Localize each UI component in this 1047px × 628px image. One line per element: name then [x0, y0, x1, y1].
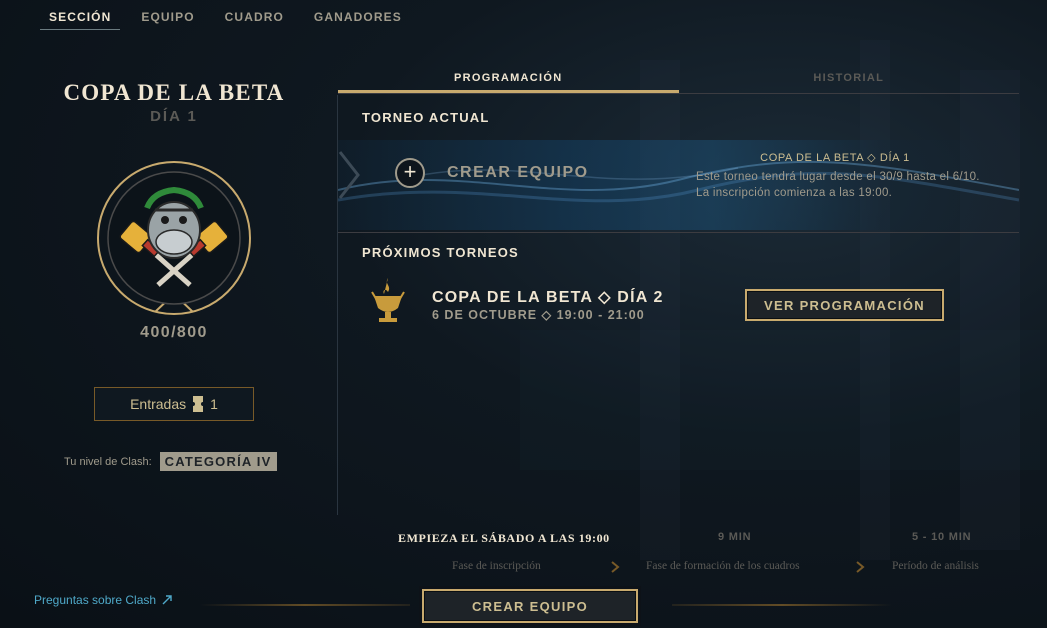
- phase-registration-label: Fase de inscripción: [452, 560, 541, 572]
- clash-faq-link[interactable]: Preguntas sobre Clash: [34, 593, 172, 607]
- nav-tab-cuadro[interactable]: CUADRO: [216, 0, 293, 30]
- current-tournament-heading: TORNEO ACTUAL: [362, 110, 490, 125]
- upcoming-tournament-name: COPA DE LA BETA ◇ DÍA 2: [432, 289, 664, 306]
- tickets-label: Entradas: [130, 396, 187, 412]
- tab-historial[interactable]: HISTORIAL: [679, 62, 1020, 93]
- nav-tab-ganadores[interactable]: GANADORES: [305, 0, 411, 30]
- current-tournament-description: Este torneo tendrá lugar desde el 30/9 h…: [696, 171, 980, 199]
- clash-level: Tu nivel de Clash: CATEGORÍA IV: [64, 452, 277, 471]
- nav-tab-equipo[interactable]: EQUIPO: [132, 0, 203, 30]
- phase-bracket-duration: 9 MIN: [718, 531, 752, 543]
- trophy-icon: [371, 278, 405, 322]
- chevron-right-icon: [856, 561, 865, 573]
- chevron-right-icon: [611, 561, 620, 573]
- view-schedule-button[interactable]: VER PROGRAMACIÓN: [745, 289, 944, 321]
- nav-tab-seccion[interactable]: SECCIÓN: [40, 0, 121, 30]
- points-progress: 400/800: [140, 324, 208, 341]
- tickets-count: 1: [210, 396, 218, 412]
- phase-registration-start: EMPIEZA EL SÁBADO A LAS 19:00: [398, 531, 610, 545]
- cup-title: COPA DE LA BETA: [63, 80, 285, 105]
- plus-icon: +: [395, 158, 425, 188]
- top-navigation: SECCIÓN EQUIPO CUADRO GANADORES: [40, 0, 423, 30]
- tickets-button[interactable]: Entradas 1: [94, 387, 254, 421]
- tournament-summary-panel: COPA DE LA BETA DÍA 1 400/800 Entradas 1: [0, 60, 338, 520]
- cup-day: DÍA 1: [150, 108, 198, 125]
- footer-decoration-line: [200, 604, 410, 606]
- ticket-icon: [193, 396, 204, 412]
- section-divider: [338, 232, 1019, 233]
- clash-faq-label: Preguntas sobre Clash: [34, 593, 157, 607]
- upcoming-tournament-date: 6 DE OCTUBRE ◇ 19:00 - 21:00: [432, 308, 645, 322]
- schedule-tabs: PROGRAMACIÓN HISTORIAL: [338, 62, 1019, 94]
- phase-bracket-label: Fase de formación de los cuadros: [646, 560, 800, 572]
- tab-programacion[interactable]: PROGRAMACIÓN: [338, 62, 679, 93]
- banner-chevron-icon: [338, 151, 360, 199]
- create-team-button[interactable]: CREAR EQUIPO: [422, 589, 638, 623]
- footer-decoration-line: [672, 604, 892, 606]
- current-tournament-title: COPA DE LA BETA ◇ DÍA 1: [760, 152, 910, 164]
- create-team-inline-button[interactable]: + CREAR EQUIPO: [395, 158, 589, 188]
- clash-level-label: Tu nivel de Clash:: [64, 455, 152, 468]
- external-link-icon: [162, 595, 172, 605]
- create-team-inline-label: CREAR EQUIPO: [447, 164, 589, 181]
- phase-scouting-label: Período de análisis: [892, 560, 979, 572]
- team-emblem-icon: [97, 161, 251, 315]
- upcoming-tournaments-heading: PRÓXIMOS TORNEOS: [362, 245, 519, 260]
- phase-scouting-duration: 5 - 10 MIN: [912, 531, 972, 543]
- clash-level-badge: CATEGORÍA IV: [159, 452, 277, 471]
